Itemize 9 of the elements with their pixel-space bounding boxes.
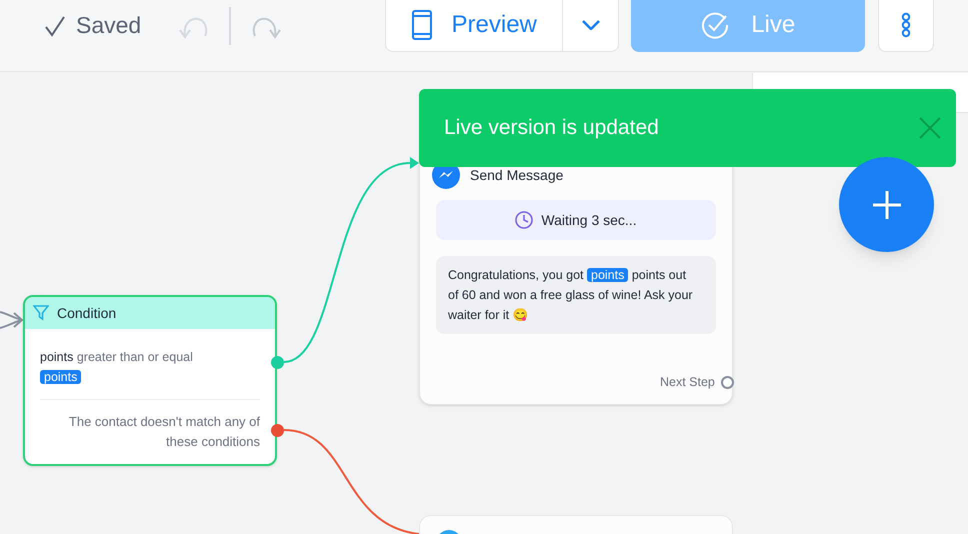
condition-rule: points greater than or equal points bbox=[40, 349, 194, 386]
next-step-label: Next Step bbox=[660, 374, 715, 391]
fallback-text: The contact doesn't match any of these conditions bbox=[68, 413, 260, 451]
save-status: Saved bbox=[76, 11, 142, 40]
node-title: Condition bbox=[57, 304, 116, 322]
delay-text: Waiting 3 sec... bbox=[541, 210, 637, 230]
node-title: Send Message bbox=[470, 166, 564, 185]
message-text: Congratulations, you got points points out of 60 and won a free glass of wine! Ask your waiter for it 😋 bbox=[448, 267, 694, 324]
toast-message: Live version is updated bbox=[444, 115, 659, 142]
